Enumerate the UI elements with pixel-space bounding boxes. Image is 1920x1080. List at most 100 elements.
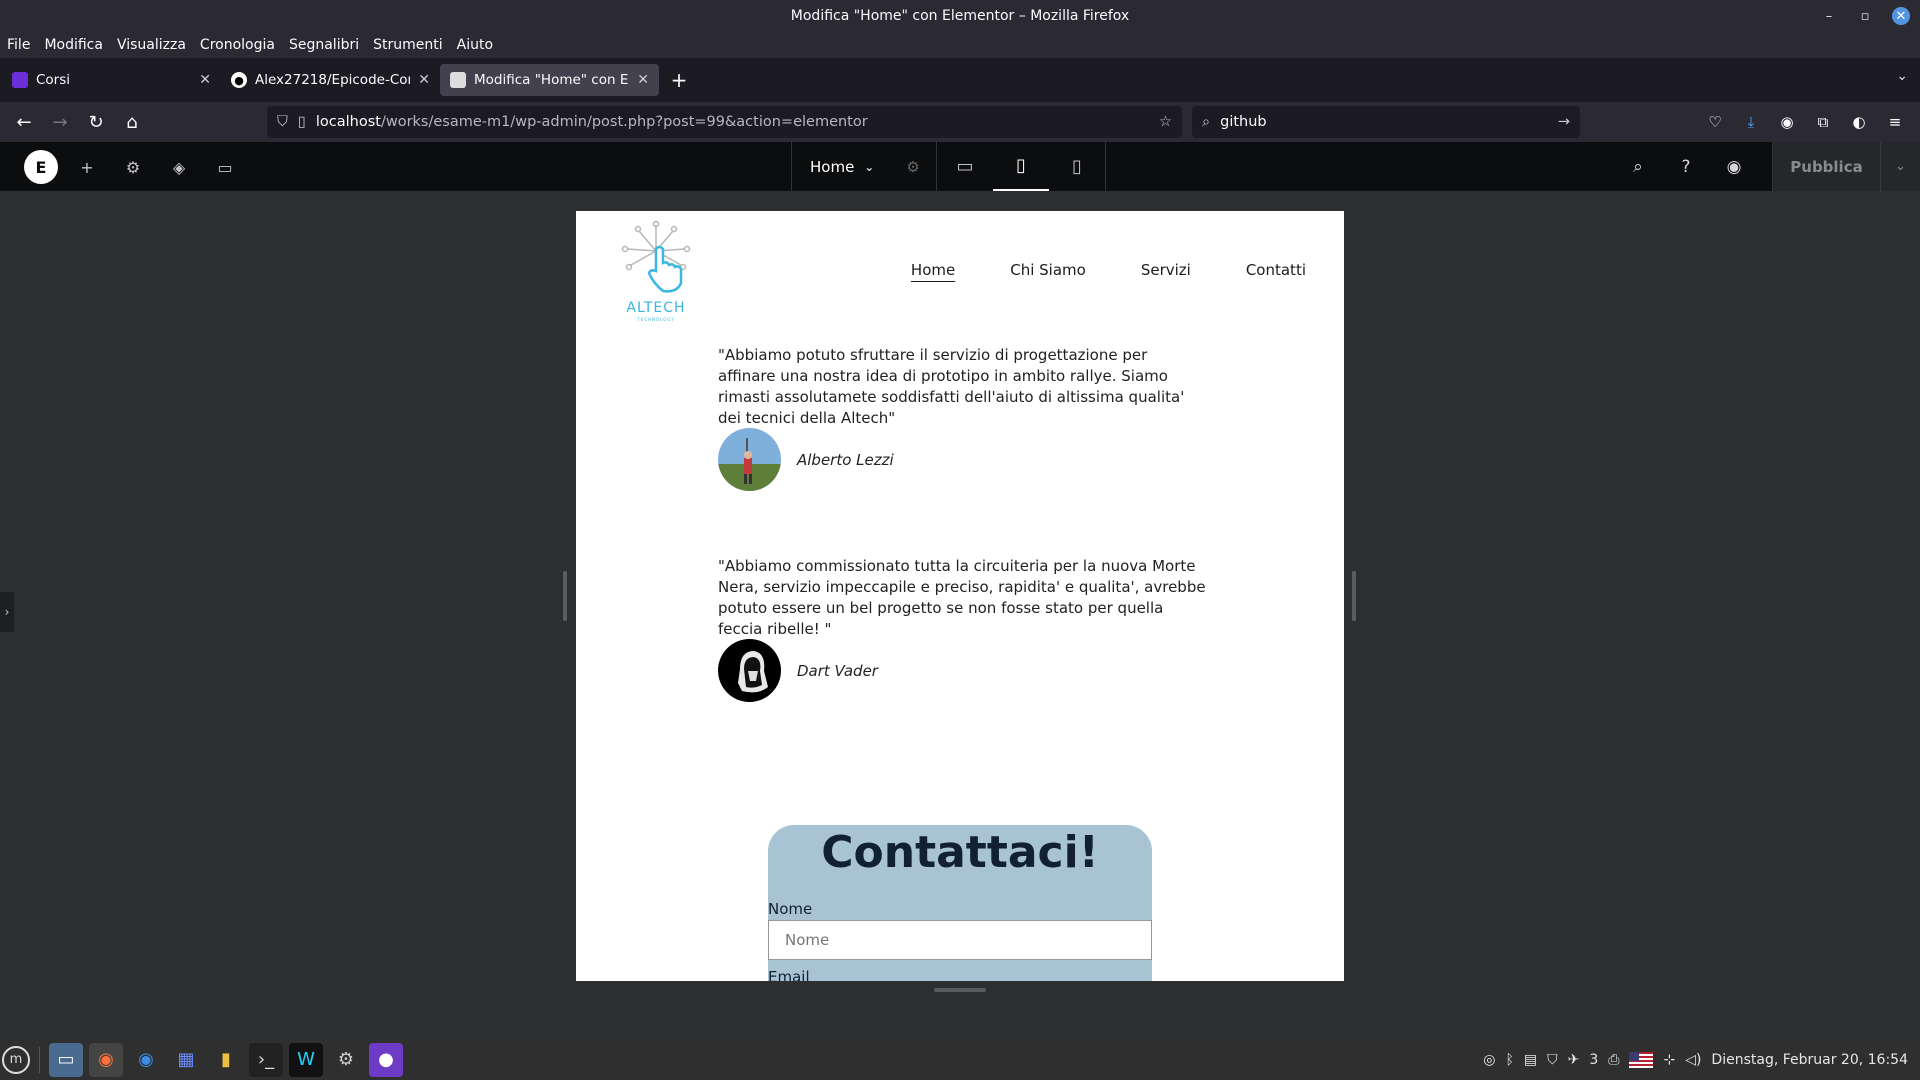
shield-icon[interactable]: ⛉ xyxy=(277,114,288,130)
thunderbird-icon[interactable]: ◉ xyxy=(129,1043,163,1077)
notification-count: 3 xyxy=(1589,1051,1599,1068)
system-taskbar: m ▭ ◉ ◉ ▦ ▮ ›_ W ⚙ ● ◎ ᛒ ▤ ⛉ ✈ 3 ⎙ ⊹ ◁) … xyxy=(0,1039,1920,1080)
publish-button[interactable]: Pubblica xyxy=(1772,142,1880,191)
tablet-view-icon[interactable]: ▯ xyxy=(993,142,1049,191)
finder-search-icon[interactable]: ⌕ xyxy=(1614,142,1662,191)
home-icon[interactable]: ⌂ xyxy=(114,106,150,138)
nav-home[interactable]: Home xyxy=(911,261,955,279)
github-desktop-icon[interactable]: ● xyxy=(369,1042,403,1077)
menu-segnalibri[interactable]: Segnalibri xyxy=(289,37,359,53)
tab-elementor[interactable]: Modifica "Home" con Eleme ✕ xyxy=(440,64,659,96)
printer-icon[interactable]: ⎙ xyxy=(1608,1052,1619,1068)
mint-menu-icon[interactable]: m xyxy=(2,1045,30,1074)
close-tab-icon[interactable]: ✕ xyxy=(637,72,649,88)
calculator-icon[interactable]: ▮ xyxy=(209,1043,243,1077)
elementor-logo-icon[interactable]: E xyxy=(24,150,58,184)
back-icon[interactable]: ← xyxy=(6,106,42,138)
elementor-center-controls: Home ⌄ ⚙ ▭ ▯ ▯ xyxy=(791,142,1106,191)
close-tab-icon[interactable]: ✕ xyxy=(199,72,211,88)
search-icon: ⌕ xyxy=(1202,114,1211,130)
app-menu-icon[interactable]: ≡ xyxy=(1880,106,1910,138)
contact-form-section: Contattaci! Nome Email xyxy=(768,825,1152,981)
search-go-icon[interactable]: → xyxy=(1558,114,1570,130)
open-panel-chevron-icon[interactable]: › xyxy=(0,592,14,632)
tab-corsi[interactable]: Corsi ✕ xyxy=(2,64,221,96)
bookmark-star-icon[interactable]: ☆ xyxy=(1159,114,1172,130)
list-tabs-icon[interactable]: ⌄ xyxy=(1896,68,1908,84)
help-icon[interactable]: ? xyxy=(1662,142,1710,191)
extensions-icon[interactable]: ⧉ xyxy=(1808,106,1838,138)
tab-strip: Corsi ✕ ● Alex27218/Epicode-Conseg ✕ Mod… xyxy=(0,62,1920,98)
webstorm-icon[interactable]: W xyxy=(289,1042,323,1077)
firefox-icon[interactable]: ◉ xyxy=(89,1042,123,1077)
close-tab-icon[interactable]: ✕ xyxy=(418,72,430,88)
name-field[interactable] xyxy=(768,920,1152,960)
editor-canvas: › ALTECH TECHNOLOGY Home Chi Siamo Servi… xyxy=(0,191,1920,1039)
new-tab-icon[interactable]: + xyxy=(665,66,693,94)
page-selector-label: Home xyxy=(810,157,855,176)
publish-options-chevron-icon[interactable]: ⌄ xyxy=(1880,142,1920,191)
site-logo[interactable]: ALTECH TECHNOLOGY xyxy=(621,220,691,322)
avatar xyxy=(718,428,781,491)
page-info-icon[interactable]: ▯ xyxy=(298,114,306,130)
testimonial-quote: "Abbiamo potuto sfruttare il servizio di… xyxy=(718,346,1185,427)
nav-contatti[interactable]: Contatti xyxy=(1246,261,1306,279)
notification-icon[interactable]: ✈ xyxy=(1568,1052,1580,1068)
search-input[interactable]: github xyxy=(1220,114,1548,130)
corsi-favicon-icon xyxy=(12,72,28,88)
author-name: Dart Vader xyxy=(797,661,878,680)
window-title: Modifica "Home" con Elementor – Mozilla … xyxy=(790,8,1130,24)
desktop-view-icon[interactable]: ▭ xyxy=(937,142,993,191)
menu-cronologia[interactable]: Cronologia xyxy=(200,37,275,53)
volume-icon[interactable]: ◁) xyxy=(1685,1052,1701,1068)
account-icon[interactable]: ◉ xyxy=(1772,106,1802,138)
url-bar[interactable]: ⛉ ▯ localhost/works/esame-m1/wp-admin/po… xyxy=(267,106,1182,138)
screenshot-icon[interactable]: ▦ xyxy=(169,1043,203,1077)
testimonial-quote: "Abbiamo commissionato tutta la circuite… xyxy=(718,557,1206,638)
files-icon[interactable]: ▭ xyxy=(49,1042,83,1077)
menu-strumenti[interactable]: Strumenti xyxy=(373,37,443,53)
discord-icon[interactable]: ◎ xyxy=(1483,1052,1495,1068)
add-element-icon[interactable]: + xyxy=(74,154,100,180)
clipboard-icon[interactable]: ▤ xyxy=(1524,1052,1537,1068)
elementor-topbar: E + ⚙ ◈ ▭ Home ⌄ ⚙ ▭ ▯ ▯ ⌕ ? ◉ Pubblica … xyxy=(0,142,1920,191)
left-resize-handle[interactable] xyxy=(563,571,567,621)
forward-icon[interactable]: → xyxy=(42,106,78,138)
bottom-resize-handle[interactable] xyxy=(934,988,986,992)
page-selector[interactable]: Home ⌄ ⚙ xyxy=(792,142,937,191)
right-resize-handle[interactable] xyxy=(1352,571,1356,621)
brand-name: ALTECH xyxy=(626,300,686,316)
keyboard-layout-flag-icon[interactable] xyxy=(1629,1051,1654,1068)
settings-icon[interactable]: ⚙ xyxy=(329,1043,363,1077)
clock[interactable]: Dienstag, Februar 20, 16:54 xyxy=(1711,1052,1908,1068)
preview-eye-icon[interactable]: ◉ xyxy=(1710,142,1758,191)
nav-servizi[interactable]: Servizi xyxy=(1141,261,1191,279)
terminal-icon[interactable]: ›_ xyxy=(249,1042,283,1077)
reload-icon[interactable]: ↻ xyxy=(78,106,114,138)
tab-label: Modifica "Home" con Eleme xyxy=(474,72,629,88)
bluetooth-icon[interactable]: ᛒ xyxy=(1505,1052,1513,1068)
search-bar[interactable]: ⌕ github → xyxy=(1192,106,1580,138)
network-icon[interactable]: ⊹ xyxy=(1663,1052,1675,1068)
menu-visualizza[interactable]: Visualizza xyxy=(117,37,186,53)
menu-aiuto[interactable]: Aiuto xyxy=(457,37,493,53)
maximize-icon[interactable]: ▫ xyxy=(1856,7,1874,25)
notes-comment-icon[interactable]: ▭ xyxy=(212,154,238,180)
page-settings-icon[interactable]: ⚙ xyxy=(906,158,919,176)
url-host: localhost xyxy=(315,114,381,130)
extension-icon[interactable]: ◐ xyxy=(1844,106,1874,138)
mobile-view-icon[interactable]: ▯ xyxy=(1049,142,1105,191)
window-titlebar: Modifica "Home" con Elementor – Mozilla … xyxy=(0,0,1920,32)
tab-github[interactable]: ● Alex27218/Epicode-Conseg ✕ xyxy=(221,64,440,96)
minimize-icon[interactable]: – xyxy=(1820,7,1838,25)
menu-modifica[interactable]: Modifica xyxy=(44,37,103,53)
nav-chi-siamo[interactable]: Chi Siamo xyxy=(1010,261,1086,279)
close-window-icon[interactable]: ✕ xyxy=(1892,7,1910,25)
site-settings-icon[interactable]: ⚙ xyxy=(120,154,146,180)
author-name: Alberto Lezzi xyxy=(797,450,894,469)
shield-tray-icon[interactable]: ⛉ xyxy=(1547,1052,1558,1068)
downloads-icon[interactable]: ⤓ xyxy=(1736,106,1766,138)
pocket-icon[interactable]: ♡ xyxy=(1700,106,1730,138)
structure-layers-icon[interactable]: ◈ xyxy=(166,154,192,180)
menu-file[interactable]: File xyxy=(7,37,30,53)
